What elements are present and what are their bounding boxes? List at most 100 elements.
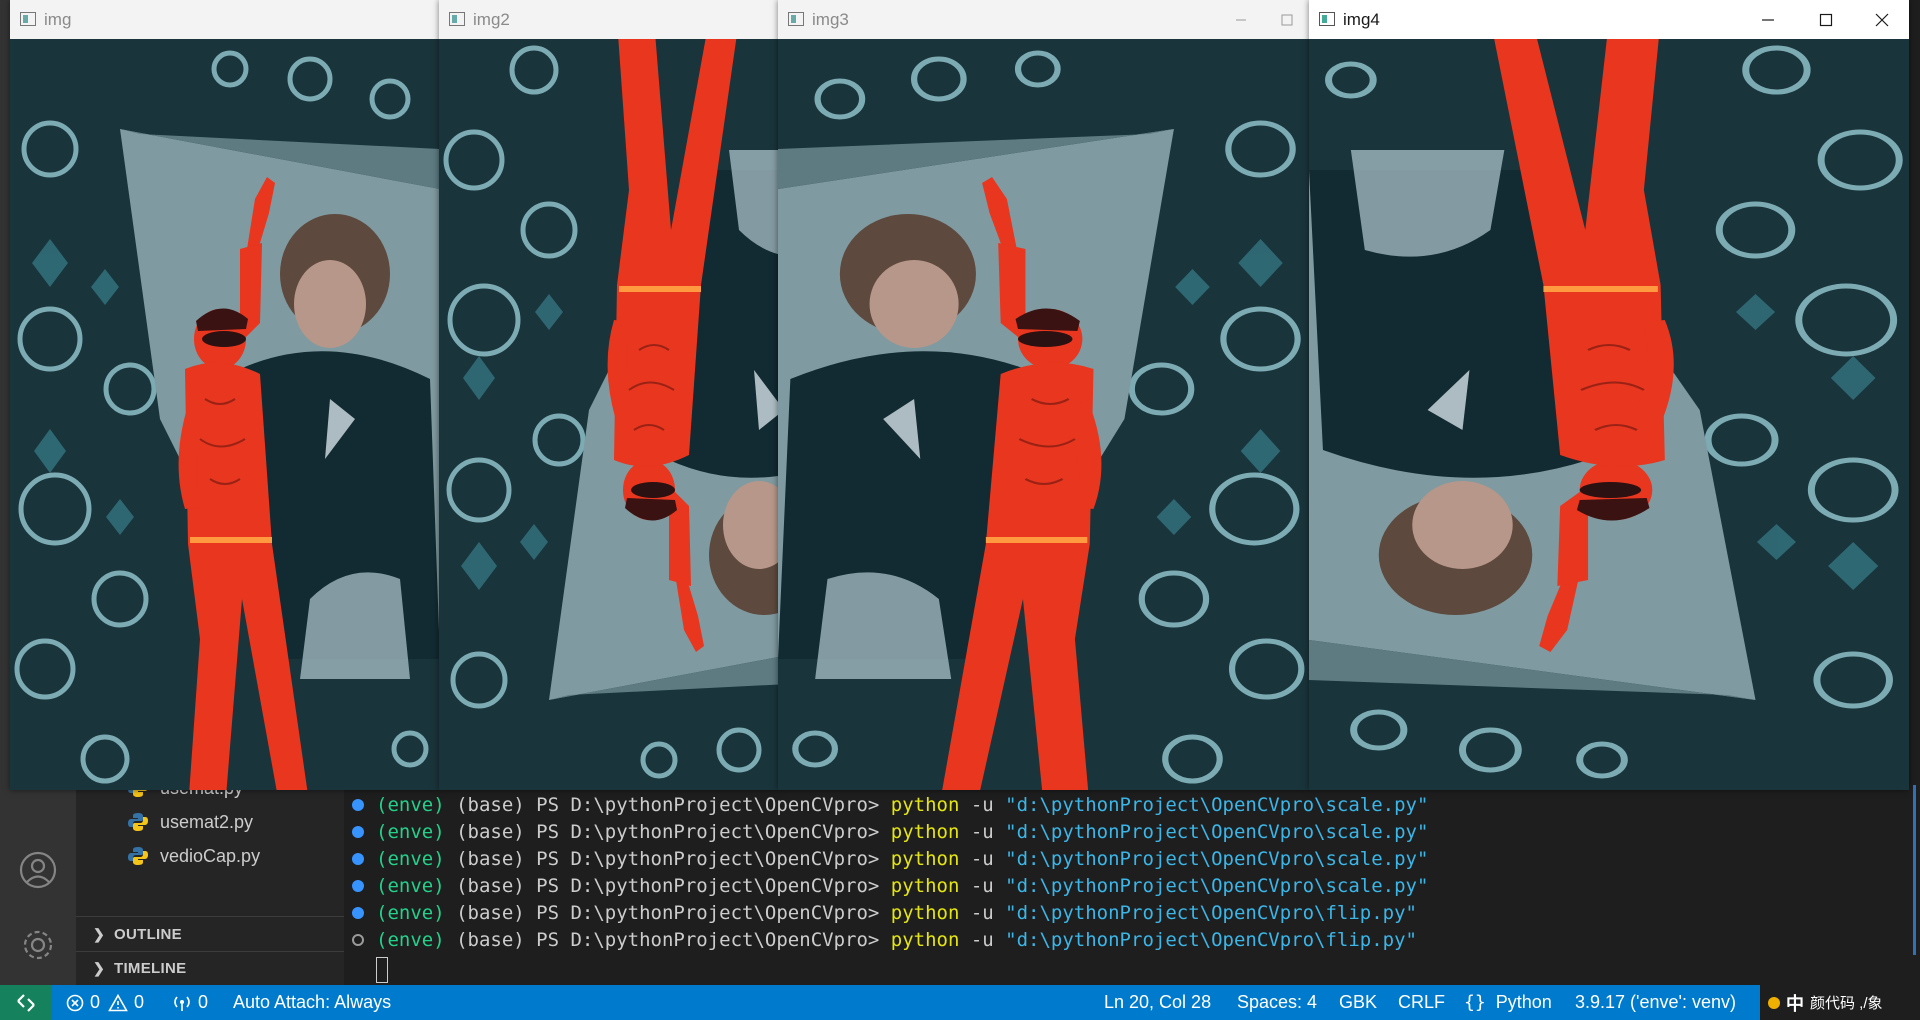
interpreter-status[interactable]: 3.9.17 ('enve': venv) <box>1575 985 1736 1020</box>
env-label: (enve) <box>376 820 445 843</box>
ime-status-dot-icon <box>1768 996 1780 1009</box>
terminal-line: (enve) (base) PS D:\pythonProject\OpenCV… <box>352 818 1428 845</box>
command-success-icon[interactable] <box>352 852 364 865</box>
python-file-icon <box>128 813 148 831</box>
window-titlebar[interactable]: img4 <box>1309 0 1909 40</box>
file-item[interactable]: usemat2.py <box>128 808 253 836</box>
path-text: "d:\pythonProject\OpenCVpro\flip.py" <box>1005 928 1417 951</box>
remote-icon <box>17 993 35 1012</box>
warning-icon <box>108 993 128 1011</box>
prompt-text: (base) PS D:\pythonProject\OpenCVpro> <box>444 820 891 843</box>
chevron-right-icon: ❯ <box>92 959 106 976</box>
auto-attach-status[interactable]: Auto Attach: Always <box>233 985 391 1020</box>
braces-icon: {} <box>1464 992 1486 1013</box>
indentation-status[interactable]: Spaces: 4 <box>1237 985 1317 1020</box>
image-window-img[interactable]: img <box>10 0 440 790</box>
command-success-icon[interactable] <box>352 798 364 811</box>
outline-section-header[interactable]: ❯ OUTLINE <box>76 918 344 950</box>
window-app-icon <box>449 12 465 26</box>
close-button[interactable] <box>1859 0 1905 39</box>
ime-mode-text: 中 <box>1786 993 1804 1014</box>
warning-count: 0 <box>134 992 145 1012</box>
encoding-text: GBK <box>1339 992 1378 1012</box>
env-label: (enve) <box>376 847 445 870</box>
language-mode-status[interactable]: {} Python <box>1464 985 1552 1020</box>
terminal-scrollbar[interactable] <box>1913 785 1916 955</box>
prompt-text: (base) PS D:\pythonProject\OpenCVpro> <box>444 847 891 870</box>
terminal-line: (enve) (base) PS D:\pythonProject\OpenCV… <box>352 899 1417 926</box>
accounts-icon[interactable] <box>18 850 58 890</box>
args-text: -u <box>959 901 1006 924</box>
env-label: (enve) <box>376 793 445 816</box>
minimize-button[interactable] <box>1218 0 1264 39</box>
window-app-icon <box>1319 12 1335 26</box>
window-title: img <box>44 9 72 29</box>
encoding-status[interactable]: GBK <box>1339 985 1377 1020</box>
command-text: python <box>890 874 960 897</box>
file-item[interactable]: vedioCap.py <box>128 842 260 870</box>
indentation-text: Spaces: 4 <box>1237 992 1318 1012</box>
env-label: (enve) <box>376 901 445 924</box>
image-window-img3[interactable]: img3 <box>778 0 1310 790</box>
command-success-icon[interactable] <box>352 879 364 892</box>
remote-indicator-button[interactable] <box>0 985 52 1020</box>
command-text: python <box>890 847 960 870</box>
command-text: python <box>890 820 960 843</box>
error-icon <box>66 994 84 1011</box>
ime-tray[interactable]: 中 颜代码 ,/象 <box>1760 985 1920 1020</box>
minimize-icon <box>1236 19 1246 20</box>
terminal-line: (enve) (base) PS D:\pythonProject\OpenCV… <box>352 845 1428 872</box>
command-text: python <box>890 928 960 951</box>
status-bar: 0 0 0 Auto Attach: Always Ln 20, Col 28 … <box>0 985 1920 1020</box>
close-icon <box>1875 13 1889 26</box>
prompt-text: (base) PS D:\pythonProject\OpenCVpro> <box>444 901 891 924</box>
command-success-icon[interactable] <box>352 825 364 838</box>
window-titlebar[interactable]: img3 <box>778 0 1310 40</box>
path-text: "d:\pythonProject\OpenCVpro\scale.py" <box>1005 847 1429 870</box>
args-text: -u <box>959 793 1006 816</box>
cursor-position-status[interactable]: Ln 20, Col 28 <box>1104 985 1211 1020</box>
window-title: img2 <box>473 9 510 29</box>
ime-extra-text: 颜代码 ,/象 <box>1810 995 1883 1012</box>
gear-icon[interactable] <box>18 925 58 965</box>
ports-indicator[interactable]: 0 <box>172 985 208 1020</box>
prompt-text: (base) PS D:\pythonProject\OpenCVpro> <box>444 928 891 951</box>
error-count: 0 <box>90 992 101 1012</box>
command-success-icon[interactable] <box>352 906 364 919</box>
file-name: usemat2.py <box>160 811 254 832</box>
timeline-section-header[interactable]: ❯ TIMELINE <box>76 952 344 984</box>
section-title: TIMELINE <box>114 959 187 977</box>
image-window-img2[interactable]: img2 <box>439 0 779 790</box>
python-file-icon <box>128 847 148 865</box>
window-app-icon <box>20 12 36 26</box>
command-text: python <box>890 793 960 816</box>
terminal-cursor <box>376 957 388 983</box>
window-titlebar[interactable]: img2 <box>439 0 779 40</box>
terminal-panel[interactable]: (enve) (base) PS D:\pythonProject\OpenCV… <box>344 785 1920 985</box>
section-title: OUTLINE <box>114 925 182 943</box>
path-text: "d:\pythonProject\OpenCVpro\scale.py" <box>1005 874 1429 897</box>
window-app-icon <box>788 12 804 26</box>
file-name: vedioCap.py <box>160 845 261 866</box>
eol-status[interactable]: CRLF <box>1398 985 1445 1020</box>
image-canvas <box>10 39 440 790</box>
ports-count: 0 <box>198 992 209 1012</box>
args-text: -u <box>959 847 1006 870</box>
auto-attach-text: Auto Attach: Always <box>233 992 392 1012</box>
problems-indicator[interactable]: 0 0 <box>66 985 144 1020</box>
maximize-button[interactable] <box>1264 0 1310 39</box>
chevron-right-icon: ❯ <box>92 925 106 942</box>
image-canvas <box>439 39 779 790</box>
minimize-icon <box>1762 18 1774 21</box>
maximize-button[interactable] <box>1803 0 1849 39</box>
cursor-position-text: Ln 20, Col 28 <box>1104 992 1212 1012</box>
args-text: -u <box>959 820 1006 843</box>
window-titlebar[interactable]: img <box>10 0 440 40</box>
minimize-button[interactable] <box>1745 0 1791 39</box>
command-running-icon[interactable] <box>352 933 364 946</box>
env-label: (enve) <box>376 874 445 897</box>
image-window-img4[interactable]: img4 <box>1309 0 1909 790</box>
args-text: -u <box>959 874 1006 897</box>
maximize-icon <box>1281 14 1293 25</box>
command-text: python <box>890 901 960 924</box>
